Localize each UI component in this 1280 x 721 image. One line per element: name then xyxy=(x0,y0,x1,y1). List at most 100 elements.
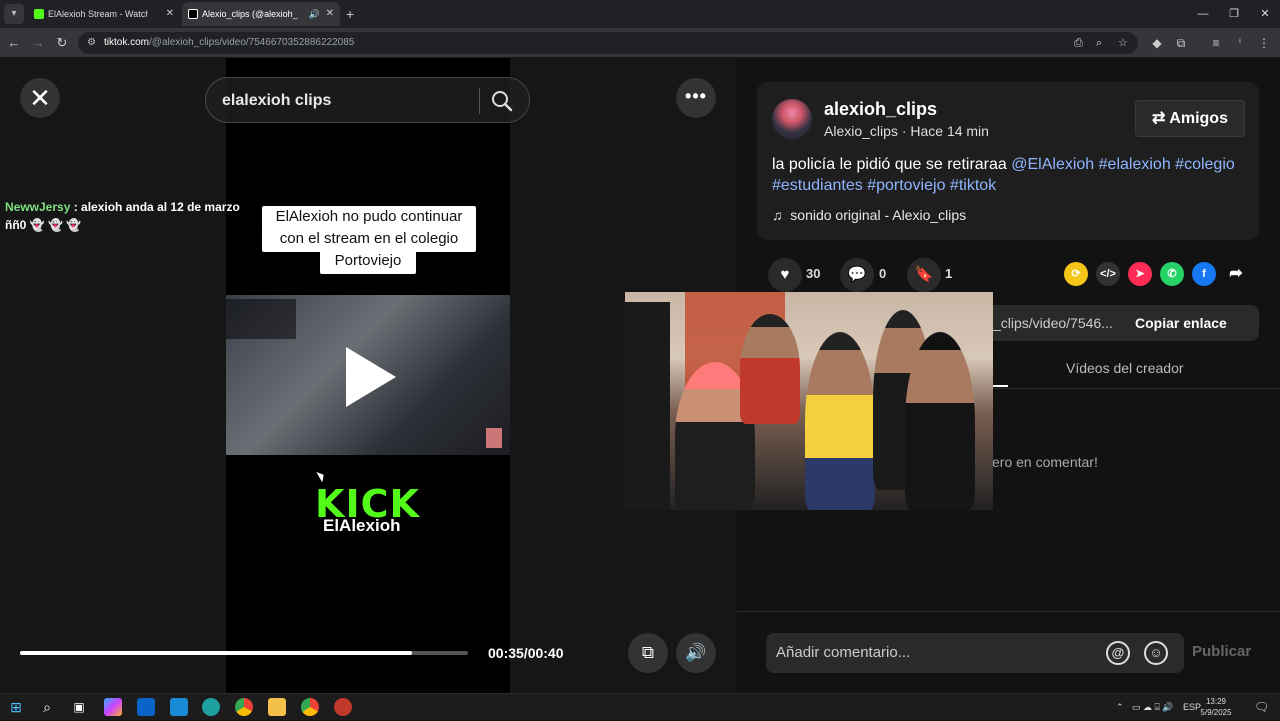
hashtag-link[interactable]: #elalexioh xyxy=(1099,156,1171,173)
close-tab-icon[interactable]: ✕ xyxy=(166,2,174,26)
playback-time: 00:35/00:40 xyxy=(488,645,564,661)
tray-chevron-icon[interactable]: ⌃ xyxy=(1116,694,1124,721)
hashtag-link[interactable]: #colegio xyxy=(1175,156,1235,173)
copilot-icon[interactable] xyxy=(104,698,122,716)
hashtag-link[interactable]: #tiktok xyxy=(950,177,996,194)
forward-button[interactable]: → xyxy=(28,33,48,53)
bookmark-star-icon[interactable]: ☆ xyxy=(1118,32,1128,54)
play-icon[interactable] xyxy=(346,347,396,407)
send-icon[interactable]: ➤ xyxy=(1128,262,1152,286)
bookmark-icon[interactable]: 🔖 xyxy=(907,258,941,292)
pip-person xyxy=(905,332,975,510)
edge-icon[interactable] xyxy=(202,698,220,716)
embed-code-icon[interactable]: </> xyxy=(1096,262,1120,286)
comment-input[interactable]: Añadir comentario... @ ☺ xyxy=(766,633,1184,673)
share-arrow-icon[interactable]: ➦ xyxy=(1224,262,1248,286)
comment-bubble-icon[interactable]: 💬 xyxy=(840,258,874,292)
copy-link-button[interactable]: Copiar enlace xyxy=(1135,305,1227,341)
menu-icon[interactable]: ⋮ xyxy=(1254,33,1274,53)
comment-placeholder[interactable]: Añadir comentario... xyxy=(776,633,910,673)
pip-person xyxy=(740,314,800,424)
repost-icon[interactable]: ⟳ xyxy=(1064,262,1088,286)
install-app-icon[interactable]: ⎙ xyxy=(1074,32,1083,54)
close-window-button[interactable]: ✕ xyxy=(1250,0,1280,28)
file-explorer-icon[interactable] xyxy=(268,698,286,716)
post-description: la policía le pidió que se retiraraa @El… xyxy=(772,156,1235,194)
tab-bar: ▾ ElAlexioh Stream - Watch Live o ✕ Alex… xyxy=(0,0,1280,28)
windows-start-icon[interactable]: ⊞ xyxy=(7,698,25,716)
more-options-button[interactable]: ••• xyxy=(676,78,716,118)
search-icon[interactable] xyxy=(491,90,513,112)
extension-diamond-icon[interactable]: ◆ xyxy=(1147,33,1167,53)
sound-link[interactable]: ♫ sonido original - Alexio_clips xyxy=(772,207,966,223)
maximize-button[interactable]: ❐ xyxy=(1219,0,1249,28)
whatsapp-icon[interactable]: ✆ xyxy=(1160,262,1184,286)
tab-search-button[interactable]: ▾ xyxy=(4,4,24,24)
app-icon[interactable] xyxy=(334,698,352,716)
comment-divider xyxy=(737,611,1280,612)
outlook-icon[interactable] xyxy=(137,698,155,716)
new-tab-button[interactable]: + xyxy=(346,4,354,24)
mention-link[interactable]: @ElAlexioh xyxy=(1011,156,1094,173)
search-divider xyxy=(479,88,480,114)
hashtag-link[interactable]: #estudiantes xyxy=(772,177,863,194)
tray-icons[interactable]: ▭ ☁ ⌸ 🔊 xyxy=(1132,694,1174,721)
pip-person xyxy=(805,332,875,510)
task-view-icon[interactable]: ▣ xyxy=(70,698,88,716)
store-icon[interactable] xyxy=(170,698,188,716)
notification-icon[interactable]: 🗨 xyxy=(1254,694,1269,721)
url-field[interactable]: ⚙ tiktok.com/@alexioh_clips/video/754667… xyxy=(78,32,1138,54)
progress-fill xyxy=(20,651,412,655)
audio-playing-icon[interactable]: 🔊 xyxy=(309,2,320,26)
minimize-button[interactable]: — xyxy=(1188,0,1218,28)
search-bar[interactable]: elalexioh clips xyxy=(205,77,530,123)
taskbar: ⊞ ⌕ ▣ ⌃ ▭ ☁ ⌸ 🔊 ESP 13:29 5/9/2025 🗨 xyxy=(0,693,1280,720)
picture-in-picture-button[interactable]: ⧉ xyxy=(628,633,668,673)
video-caption-line-3: Portoviejo xyxy=(320,250,416,274)
chat-username: NewwJersy xyxy=(5,200,71,214)
search-input[interactable]: elalexioh clips xyxy=(222,78,331,124)
picture-in-picture-window[interactable] xyxy=(625,292,993,510)
tab-title: Alexio_clips (@alexioh_clip xyxy=(202,9,298,19)
site-info-icon[interactable]: ⚙ xyxy=(87,37,96,48)
chrome-active-icon[interactable] xyxy=(301,698,319,716)
username[interactable]: alexioh_clips xyxy=(824,99,937,120)
save-count: 1 xyxy=(945,266,953,281)
taskbar-search-icon[interactable]: ⌕ xyxy=(38,698,56,716)
taskbar-clock[interactable]: 13:29 5/9/2025 xyxy=(1196,696,1236,718)
stream-chat-message: NewwJersy : alexioh anda al 12 de marzo … xyxy=(5,198,255,234)
chrome-icon[interactable] xyxy=(235,698,253,716)
tab-tiktok[interactable]: Alexio_clips (@alexioh_clip 🔊 ✕ xyxy=(182,2,340,26)
pip-gaming-chair xyxy=(625,302,670,510)
tiktok-favicon-icon xyxy=(188,9,198,19)
avatar[interactable] xyxy=(772,99,812,139)
active-tab-indicator xyxy=(992,385,1008,387)
tab-kick[interactable]: ElAlexioh Stream - Watch Live o ✕ xyxy=(28,2,180,26)
tab-title: ElAlexioh Stream - Watch Live o xyxy=(48,9,148,19)
zoom-icon[interactable]: ⌕ xyxy=(1096,32,1102,54)
media-control-icon[interactable]: ≡ xyxy=(1206,33,1226,53)
empty-comments-message: ero en comentar! xyxy=(992,454,1098,470)
hashtag-link[interactable]: #portoviejo xyxy=(867,177,945,194)
post-info-card: alexioh_clips Alexio_clips · Hace 14 min… xyxy=(757,82,1259,240)
close-tab-icon[interactable]: ✕ xyxy=(326,2,334,26)
progress-bar[interactable] xyxy=(20,651,468,655)
volume-button[interactable]: 🔊 xyxy=(676,633,716,673)
music-note-icon: ♫ xyxy=(772,207,783,223)
back-button[interactable]: ← xyxy=(4,33,24,53)
address-bar: ← → ↻ ⚙ tiktok.com/@alexioh_clips/video/… xyxy=(0,28,1280,58)
tab-creator-videos[interactable]: Vídeos del creador xyxy=(1066,360,1184,376)
close-video-button[interactable]: ✕ xyxy=(20,78,60,118)
video-caption-line-1: ElAlexioh no pudo continuar xyxy=(262,206,476,230)
stream-overlay-hud xyxy=(226,299,296,339)
mention-icon[interactable]: @ xyxy=(1106,641,1130,665)
extensions-icon[interactable]: ⧉ xyxy=(1171,33,1191,53)
reload-button[interactable]: ↻ xyxy=(52,33,72,53)
profile-icon[interactable]: ⁱ xyxy=(1230,33,1250,53)
friends-button[interactable]: ⇄ Amigos xyxy=(1135,100,1245,137)
video-link[interactable]: _clips/video/7546... xyxy=(993,305,1113,341)
like-heart-icon[interactable]: ♥ xyxy=(768,258,802,292)
publish-button[interactable]: Publicar xyxy=(1192,643,1251,660)
emoji-icon[interactable]: ☺ xyxy=(1144,641,1168,665)
facebook-icon[interactable]: f xyxy=(1192,262,1216,286)
